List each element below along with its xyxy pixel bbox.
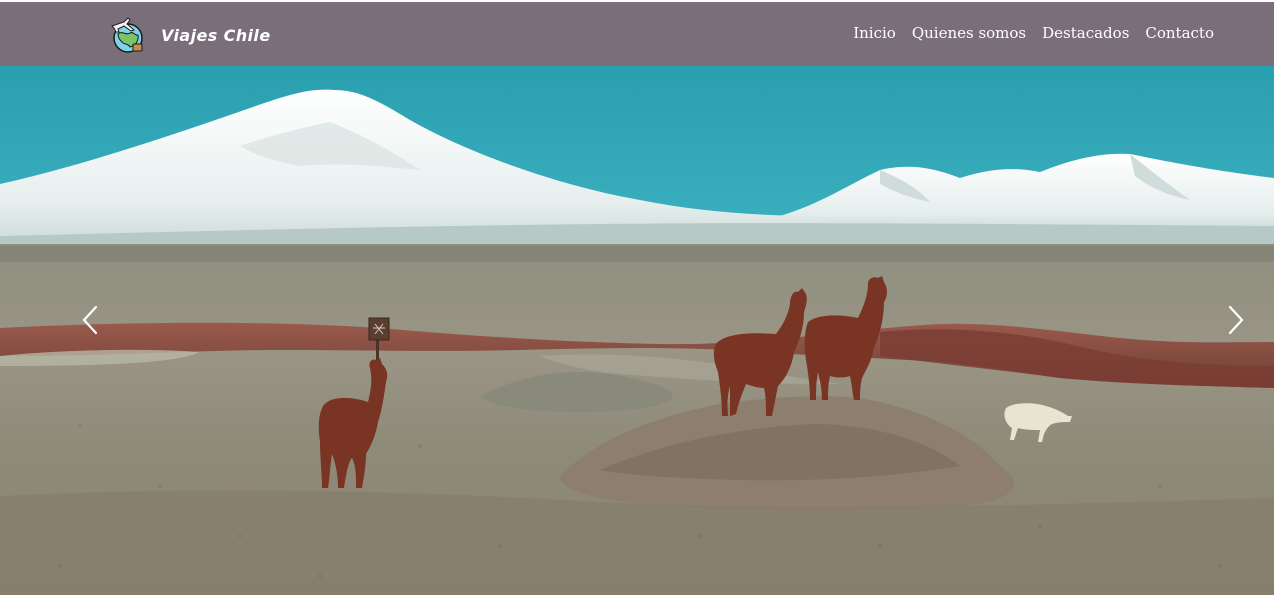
nav-item-quienes-somos[interactable]: Quienes somos	[912, 24, 1026, 42]
main-nav: Inicio Quienes somos Destacados Contacto	[853, 24, 1214, 42]
brand-link[interactable]: Viajes Chile	[108, 16, 271, 54]
carousel-prev-button[interactable]	[70, 290, 110, 350]
hero-carousel	[0, 66, 1274, 595]
nav-item-contacto[interactable]: Contacto	[1145, 24, 1214, 42]
chevron-left-icon	[82, 305, 98, 335]
travel-globe-icon	[111, 17, 143, 53]
chevron-right-icon	[1228, 305, 1244, 335]
brand-name: Viajes Chile	[161, 25, 271, 45]
hero-image	[0, 66, 1274, 595]
navbar: Viajes Chile Inicio Quienes somos Destac…	[0, 2, 1274, 66]
carousel-next-button[interactable]	[1216, 290, 1256, 350]
nav-item-destacados[interactable]: Destacados	[1042, 24, 1129, 42]
nav-item-inicio[interactable]: Inicio	[853, 24, 896, 42]
